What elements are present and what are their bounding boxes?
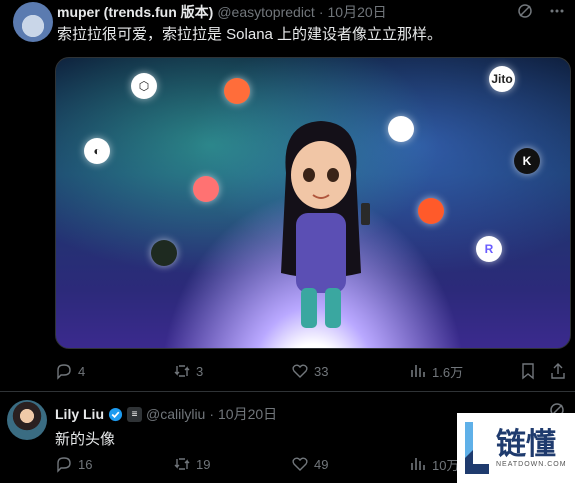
- token-icon: [418, 198, 444, 224]
- heart-icon: [292, 457, 308, 471]
- token-icon: ◐: [84, 138, 110, 164]
- token-icon: [193, 176, 219, 202]
- user-handle[interactable]: @easytopredict: [217, 4, 314, 20]
- tweet-actions: 4 3 33 1.6万: [55, 361, 575, 381]
- watermark-subtext: NEATDOWN.COM: [496, 460, 567, 468]
- share-button[interactable]: [549, 362, 567, 380]
- token-icon: [151, 240, 177, 266]
- avatar[interactable]: [7, 400, 47, 440]
- reply-icon: [57, 457, 71, 473]
- token-icon: ⬡: [131, 73, 157, 99]
- bookmark-button[interactable]: [519, 362, 549, 380]
- tweet-date[interactable]: 10月20日: [218, 404, 277, 424]
- tweet-top-actions: [517, 3, 565, 23]
- watermark-logo: 链懂 NEATDOWN.COM: [457, 413, 575, 483]
- tweet-image[interactable]: ⬡ ◐ Jito K R: [55, 57, 571, 349]
- separator-dot: ·: [209, 406, 215, 422]
- like-button[interactable]: 49: [291, 455, 409, 473]
- like-count: 33: [314, 363, 329, 379]
- grok-icon[interactable]: [517, 3, 533, 23]
- reply-button[interactable]: 16: [55, 455, 173, 473]
- views-count: 1.6万: [432, 364, 464, 380]
- views-icon: [411, 365, 425, 377]
- share-icon: [551, 363, 565, 379]
- retweet-button[interactable]: 3: [173, 362, 291, 380]
- character-illustration: [281, 121, 370, 328]
- token-icon: [224, 78, 250, 104]
- retweet-count: 19: [196, 456, 211, 472]
- bookmark-icon: [522, 363, 534, 380]
- token-icon: K: [514, 148, 540, 174]
- more-options-icon[interactable]: [549, 3, 565, 23]
- display-name[interactable]: muper (trends.fun 版本): [57, 2, 213, 22]
- neatdown-logo-icon: [465, 422, 489, 474]
- watermark-text: 链懂: [496, 426, 556, 462]
- tweet[interactable]: muper (trends.fun 版本) @easytopredict · 1…: [0, 0, 575, 392]
- views-icon: [411, 458, 425, 470]
- views-button[interactable]: 1.6万: [409, 362, 519, 381]
- token-icon: Jito: [489, 66, 515, 92]
- retweet-icon: [174, 365, 190, 377]
- solana-badge-icon: ≡: [127, 406, 142, 422]
- retweet-button[interactable]: 19: [173, 455, 291, 473]
- reply-icon: [57, 364, 71, 380]
- tweet-text: 新的头像: [55, 431, 116, 448]
- tweet-text: 索拉拉很可爱，索拉拉是 Solana 上的建设者像立立那样。: [57, 26, 443, 43]
- token-icon: R: [476, 236, 502, 262]
- token-icon: [388, 116, 414, 142]
- reply-count: 4: [78, 363, 86, 379]
- tweet-header: muper (trends.fun 版本) @easytopredict · 1…: [57, 3, 387, 21]
- retweet-icon: [174, 458, 190, 470]
- views-count: 10万: [432, 457, 460, 473]
- tweet-date[interactable]: 10月20日: [328, 2, 387, 22]
- like-count: 49: [314, 456, 329, 472]
- verified-badge-icon: [108, 407, 123, 421]
- avatar[interactable]: [13, 2, 53, 42]
- separator-dot: ·: [318, 4, 324, 20]
- reply-count: 16: [78, 456, 93, 472]
- heart-icon: [292, 364, 308, 378]
- tweet-header: Lily Liu ≡ @calilyliu · 10月20日: [55, 405, 277, 423]
- user-handle[interactable]: @calilyliu: [146, 406, 205, 422]
- retweet-count: 3: [196, 363, 204, 379]
- display-name[interactable]: Lily Liu: [55, 406, 104, 422]
- like-button[interactable]: 33: [291, 362, 409, 380]
- reply-button[interactable]: 4: [55, 362, 173, 380]
